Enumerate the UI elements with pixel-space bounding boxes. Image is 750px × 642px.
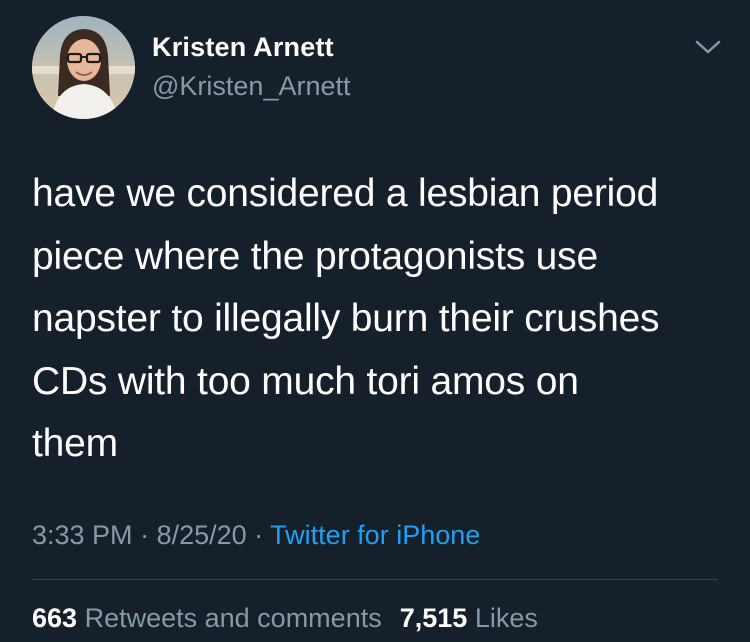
chevron-down-icon[interactable] <box>694 37 722 57</box>
likes-count: 7,515 <box>399 603 468 633</box>
retweets-count: 663 <box>32 603 78 633</box>
meta-separator: · <box>132 520 157 550</box>
display-name[interactable]: Kristen Arnett <box>152 32 334 63</box>
tweet-text: have we considered a lesbian period piec… <box>32 172 660 465</box>
likes-stat[interactable]: 7,515 Likes <box>400 603 538 633</box>
tweet-source-link[interactable]: Twitter for iPhone <box>270 520 480 550</box>
user-handle[interactable]: @Kristen_Arnett <box>152 71 351 102</box>
divider <box>32 579 718 580</box>
avatar[interactable] <box>32 16 135 119</box>
tweet-time[interactable]: 3:33 PM <box>32 520 133 550</box>
tweet-card: Kristen Arnett @Kristen_Arnett have we c… <box>0 0 750 642</box>
tweet-meta: 3:33 PM · 8/25/20 · Twitter for iPhone <box>32 520 480 551</box>
retweets-stat[interactable]: 663 Retweets and comments <box>32 603 382 633</box>
tweet-stats: 663 Retweets and comments 7,515 Likes <box>32 603 538 634</box>
profile-photo <box>32 16 135 119</box>
tweet-date[interactable]: 8/25/20 <box>157 520 247 550</box>
meta-separator: · <box>246 520 271 550</box>
retweets-label: Retweets and comments <box>84 603 382 633</box>
likes-label: Likes <box>474 603 538 633</box>
